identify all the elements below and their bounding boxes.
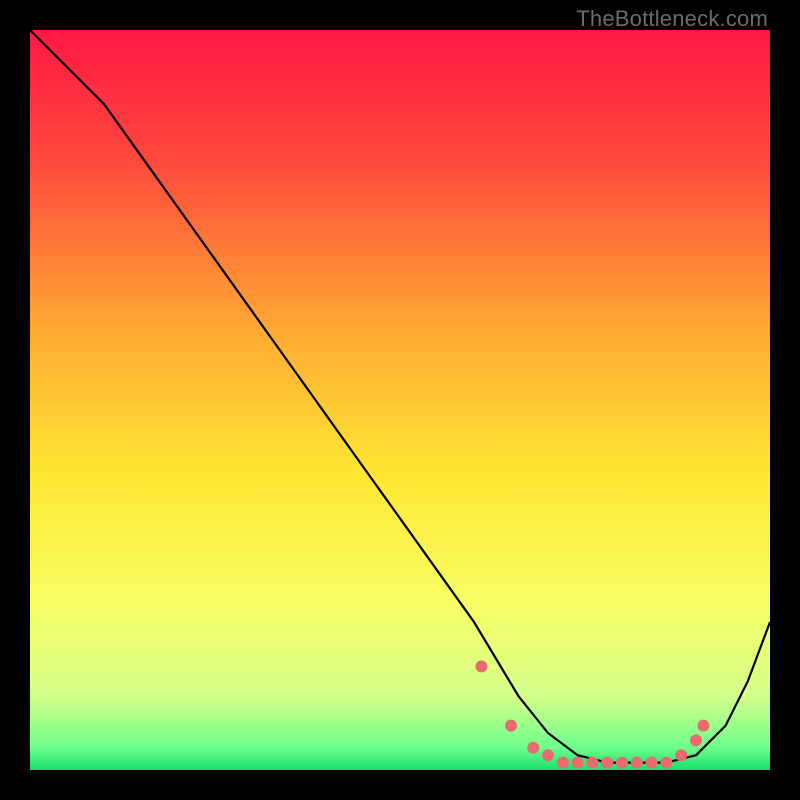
marker-dot [646,757,658,769]
watermark-text: TheBottleneck.com [576,6,768,32]
heatmap-background [30,30,770,770]
marker-dot [505,720,517,732]
marker-dot [542,749,554,761]
marker-dot [572,757,584,769]
marker-dot [675,749,687,761]
marker-dot [616,757,628,769]
marker-dot [475,660,487,672]
marker-dot [690,734,702,746]
marker-dot [631,757,643,769]
marker-dot [660,757,672,769]
bottleneck-chart [30,30,770,770]
chart-frame [30,30,770,770]
marker-dot [586,757,598,769]
marker-dot [527,742,539,754]
marker-dot [697,720,709,732]
marker-dot [557,757,569,769]
marker-dot [601,757,613,769]
